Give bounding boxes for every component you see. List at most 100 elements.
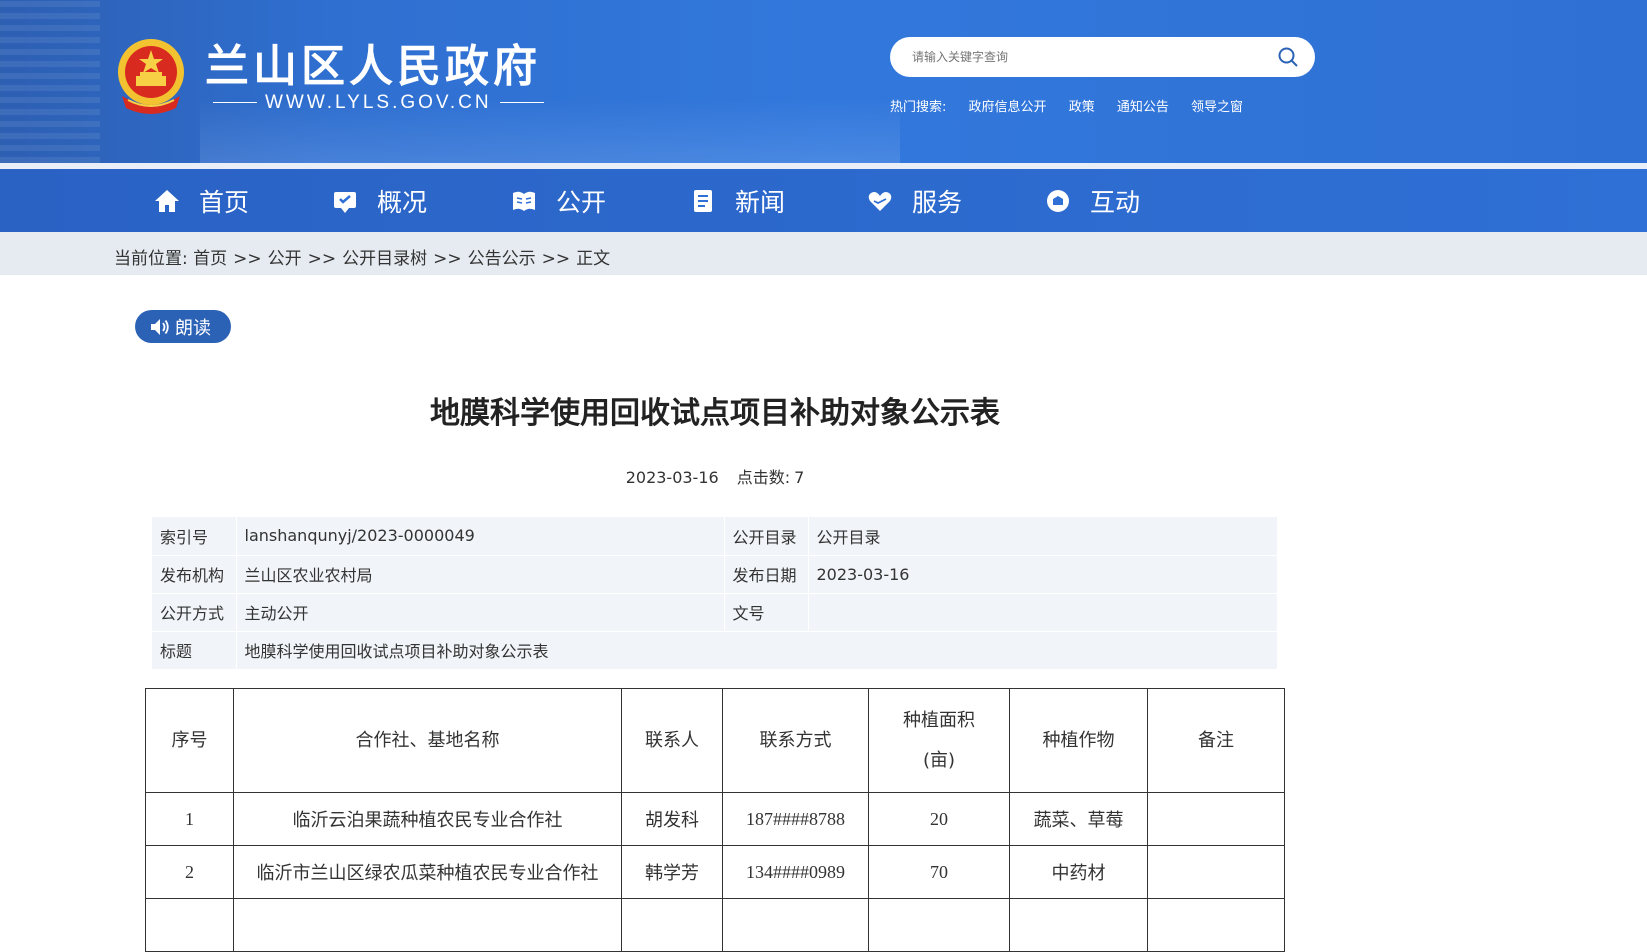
- document-info-table: 索引号 lanshanqunyj/2023-0000049 公开目录 公开目录 …: [152, 517, 1278, 670]
- book-icon: [513, 191, 535, 211]
- news-icon: [694, 189, 712, 212]
- banner-decoration: [0, 0, 100, 163]
- cell-empty: [145, 898, 234, 952]
- hot-search: 热门搜索: 政府信息公开 政策 通知公告 领导之窗: [890, 96, 1261, 115]
- cell-name: 临沂云泊果蔬种植农民专业合作社: [233, 792, 622, 846]
- breadcrumb-bar: 当前位置: 首页 >> 公开 >> 公开目录树 >> 公告公示 >> 正文: [0, 232, 1647, 275]
- header-banner: 兰山区人民政府 WWW.LYLS.GOV.CN 热门搜索: 政府信息公开 政策 …: [0, 0, 1647, 163]
- info-value-mode: 主动公开: [236, 593, 725, 632]
- nav-item-service[interactable]: 服务: [866, 169, 962, 232]
- info-row: 发布机构 兰山区农业农村局 发布日期 2023-03-16: [152, 555, 1278, 594]
- info-value-catalog: 公开目录: [808, 517, 1278, 556]
- column-header: 联系方式: [722, 688, 869, 793]
- info-value-org: 兰山区农业农村局: [236, 555, 725, 594]
- cell-area: 70: [868, 845, 1010, 899]
- nav-item-label: 公开: [556, 187, 607, 217]
- cell-crop: 蔬菜、草莓: [1009, 792, 1148, 846]
- column-header-line: 种植面积: [903, 709, 975, 731]
- site-url-text: WWW.LYLS.GOV.CN: [265, 92, 492, 113]
- table-row: 2 临沂市兰山区绿农瓜菜种植农民专业合作社 韩学芳 134####0989 70…: [145, 845, 1285, 899]
- cell-crop: 中药材: [1009, 845, 1148, 899]
- info-row: 标题 地膜科学使用回收试点项目补助对象公示表: [152, 631, 1278, 670]
- breadcrumb-public[interactable]: 公开: [268, 249, 302, 269]
- nav-item-public[interactable]: 公开: [510, 169, 606, 232]
- info-label: 发布日期: [724, 555, 809, 594]
- info-label: 文号: [724, 593, 809, 632]
- site-title: 兰山区人民政府: [205, 41, 541, 92]
- cell-no: 2: [145, 845, 234, 899]
- breadcrumb-separator: >>: [541, 249, 571, 269]
- hot-search-label: 热门搜索:: [890, 100, 947, 115]
- breadcrumb-home[interactable]: 首页: [193, 249, 227, 269]
- heart-hand-icon: [868, 191, 892, 211]
- info-row: 公开方式 主动公开 文号: [152, 593, 1278, 632]
- search-icon[interactable]: [1277, 46, 1299, 68]
- subsidy-table: 序号 合作社、基地名称 联系人 联系方式 种植面积 (亩) 种植作物 备注 1 临…: [145, 688, 1285, 952]
- article-clicks-label: 点击数:: [736, 468, 791, 487]
- nav-item-label: 新闻: [735, 187, 786, 217]
- cell-no: 1: [145, 792, 234, 846]
- search-input[interactable]: [912, 47, 1262, 67]
- nav-item-home[interactable]: 首页: [153, 169, 249, 232]
- info-value-pubdate: 2023-03-16: [808, 555, 1278, 594]
- info-label: 公开方式: [152, 593, 237, 632]
- site-url: WWW.LYLS.GOV.CN: [205, 92, 552, 114]
- table-row: 1 临沂云泊果蔬种植农民专业合作社 胡发科 187####8788 20 蔬菜、…: [145, 792, 1285, 846]
- article-meta: 2023-03-16 点击数: 7: [0, 464, 1430, 488]
- cell-name: 临沂市兰山区绿农瓜菜种植农民专业合作社: [233, 845, 622, 899]
- column-header: 种植作物: [1009, 688, 1148, 793]
- nav-item-news[interactable]: 新闻: [689, 169, 785, 232]
- nav-item-label: 首页: [199, 187, 250, 217]
- main-nav: 首页 概况 公开 新闻 服务 互动: [0, 169, 1647, 232]
- cell-empty: [233, 898, 622, 952]
- column-header: 合作社、基地名称: [233, 688, 622, 793]
- breadcrumb-prefix: 当前位置:: [114, 249, 188, 269]
- chat-icon: [1047, 189, 1069, 212]
- cell-empty: [621, 898, 723, 952]
- column-header-unit: (亩): [922, 749, 956, 771]
- cell-area: 20: [868, 792, 1010, 846]
- column-header: 序号: [145, 688, 234, 793]
- breadcrumb-separator: >>: [233, 249, 262, 269]
- breadcrumb-announcements[interactable]: 公告公示: [468, 249, 536, 269]
- cell-empty: [722, 898, 869, 952]
- info-value-subject: 地膜科学使用回收试点项目补助对象公示表: [236, 631, 1278, 670]
- home-icon: [155, 189, 179, 212]
- info-label: 索引号: [152, 517, 237, 556]
- column-header: 种植面积 (亩): [868, 688, 1010, 793]
- read-aloud-button[interactable]: 朗读: [135, 310, 231, 343]
- hot-link-policy[interactable]: 政策: [1069, 100, 1095, 115]
- url-line-left: [213, 102, 257, 104]
- table-row: [145, 898, 1285, 952]
- info-label: 公开目录: [724, 517, 809, 556]
- article-clicks-count: 7: [794, 468, 805, 487]
- cell-empty: [1147, 898, 1285, 952]
- overview-icon: [334, 191, 356, 213]
- read-aloud-label: 朗读: [175, 317, 211, 339]
- breadcrumb-separator: >>: [433, 249, 462, 269]
- column-header: 备注: [1147, 688, 1285, 793]
- nav-item-interaction[interactable]: 互动: [1044, 169, 1140, 232]
- hot-link-gov-info[interactable]: 政府信息公开: [969, 100, 1047, 115]
- article-date: 2023-03-16: [625, 468, 719, 487]
- breadcrumb-catalog-tree[interactable]: 公开目录树: [342, 249, 427, 269]
- breadcrumb-current: 正文: [576, 249, 611, 269]
- cell-note: [1147, 792, 1285, 846]
- breadcrumb-separator: >>: [307, 249, 337, 269]
- info-value-docno: [808, 593, 1278, 632]
- cell-empty: [868, 898, 1010, 952]
- nav-item-overview[interactable]: 概况: [331, 169, 427, 232]
- column-header: 联系人: [621, 688, 723, 793]
- cell-phone: 187####8788: [722, 792, 869, 846]
- speaker-icon: [151, 318, 169, 335]
- hot-link-leaders[interactable]: 领导之窗: [1191, 100, 1243, 115]
- nav-item-label: 概况: [377, 187, 428, 217]
- info-value-index: lanshanqunyj/2023-0000049: [236, 517, 725, 556]
- hot-link-notice[interactable]: 通知公告: [1117, 100, 1169, 115]
- cell-contact: 胡发科: [621, 792, 723, 846]
- info-row: 索引号 lanshanqunyj/2023-0000049 公开目录 公开目录: [152, 517, 1278, 556]
- national-emblem-icon: [118, 39, 184, 114]
- article-title: 地膜科学使用回收试点项目补助对象公示表: [430, 396, 1000, 431]
- nav-item-label: 服务: [912, 187, 963, 217]
- table-header-row: 序号 合作社、基地名称 联系人 联系方式 种植面积 (亩) 种植作物 备注: [145, 688, 1285, 793]
